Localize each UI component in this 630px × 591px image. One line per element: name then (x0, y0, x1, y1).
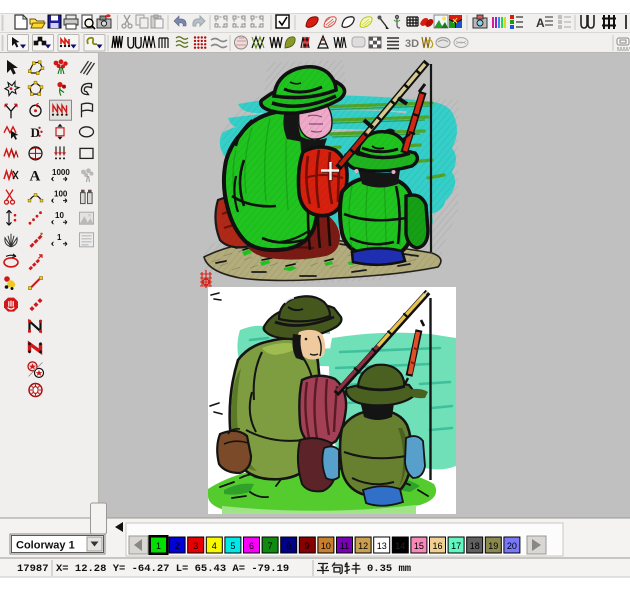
svg-text:Colorway 1: Colorway 1 (16, 540, 75, 552)
svg-text:3D: 3D (405, 38, 419, 50)
svg-text:D: D (31, 125, 40, 140)
svg-text:14: 14 (395, 541, 405, 551)
svg-text:20: 20 (507, 541, 517, 551)
svg-text:8: 8 (286, 541, 291, 551)
svg-text:0.35 mm: 0.35 mm (367, 563, 411, 575)
svg-text:3: 3 (193, 541, 198, 551)
svg-text:16: 16 (432, 541, 442, 551)
svg-text:11: 11 (340, 541, 349, 551)
svg-text:100: 100 (54, 190, 68, 199)
svg-text:1: 1 (57, 233, 62, 242)
svg-text:18: 18 (470, 541, 480, 551)
svg-text:10: 10 (55, 211, 64, 220)
svg-text:13: 13 (377, 541, 387, 551)
svg-text:1000: 1000 (52, 168, 70, 177)
svg-text:A: A (30, 169, 41, 185)
svg-text:A: A (536, 16, 545, 30)
svg-text:6: 6 (249, 541, 254, 551)
svg-text:7: 7 (268, 541, 273, 551)
svg-text:17987: 17987 (17, 563, 49, 575)
svg-text:10: 10 (321, 541, 331, 551)
svg-text:19: 19 (488, 541, 498, 551)
svg-text:4: 4 (212, 541, 217, 551)
svg-text:1: 1 (156, 541, 161, 551)
svg-text:2: 2 (175, 541, 180, 551)
svg-text:17: 17 (451, 541, 461, 551)
svg-text:9: 9 (305, 541, 310, 551)
svg-text:15: 15 (414, 541, 424, 551)
svg-text:5: 5 (230, 541, 235, 551)
svg-text:X= 12.28 Y= -64.27 L= 65.43: X= 12.28 Y= -64.27 L= 65.43 A= -79.19 (56, 563, 289, 575)
svg-text:12: 12 (358, 541, 368, 551)
